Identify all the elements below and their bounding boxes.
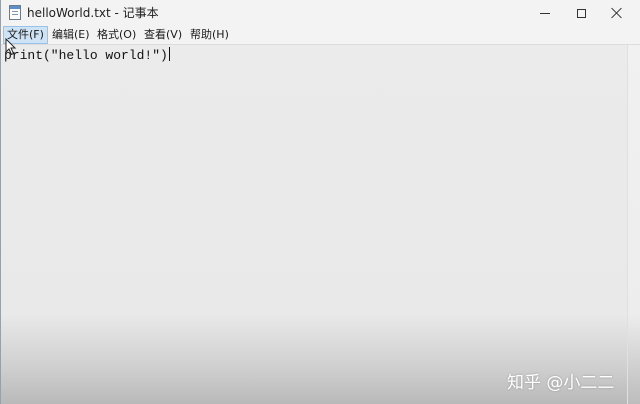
notepad-window: helloWorld.txt - 记事本 文件(F) 编辑(E) 格式(O) 查… — [0, 0, 640, 404]
mouse-cursor-icon — [5, 38, 17, 56]
text-caret — [168, 47, 170, 61]
editor-content: print("hello world!") — [4, 48, 168, 63]
text-editor-area[interactable]: print("hello world!") — [1, 45, 627, 404]
menu-bar: 文件(F) 编辑(E) 格式(O) 查看(V) 帮助(H) — [1, 26, 640, 45]
close-button[interactable] — [594, 0, 640, 26]
title-bar[interactable]: helloWorld.txt - 记事本 — [1, 0, 640, 26]
menu-help[interactable]: 帮助(H) — [187, 26, 232, 44]
menu-format[interactable]: 格式(O) — [94, 26, 139, 44]
maximize-icon — [576, 8, 586, 18]
notepad-icon[interactable] — [9, 5, 21, 20]
watermark: 知乎 @小二二 — [507, 373, 615, 393]
minimize-icon — [540, 12, 550, 14]
menu-view[interactable]: 查看(V) — [141, 26, 185, 44]
close-icon — [611, 7, 623, 19]
vertical-scrollbar[interactable] — [627, 45, 640, 404]
menu-edit[interactable]: 编辑(E) — [49, 26, 93, 44]
editor-text: print("hello world!") — [4, 47, 170, 63]
window-title: helloWorld.txt - 记事本 — [27, 6, 159, 20]
